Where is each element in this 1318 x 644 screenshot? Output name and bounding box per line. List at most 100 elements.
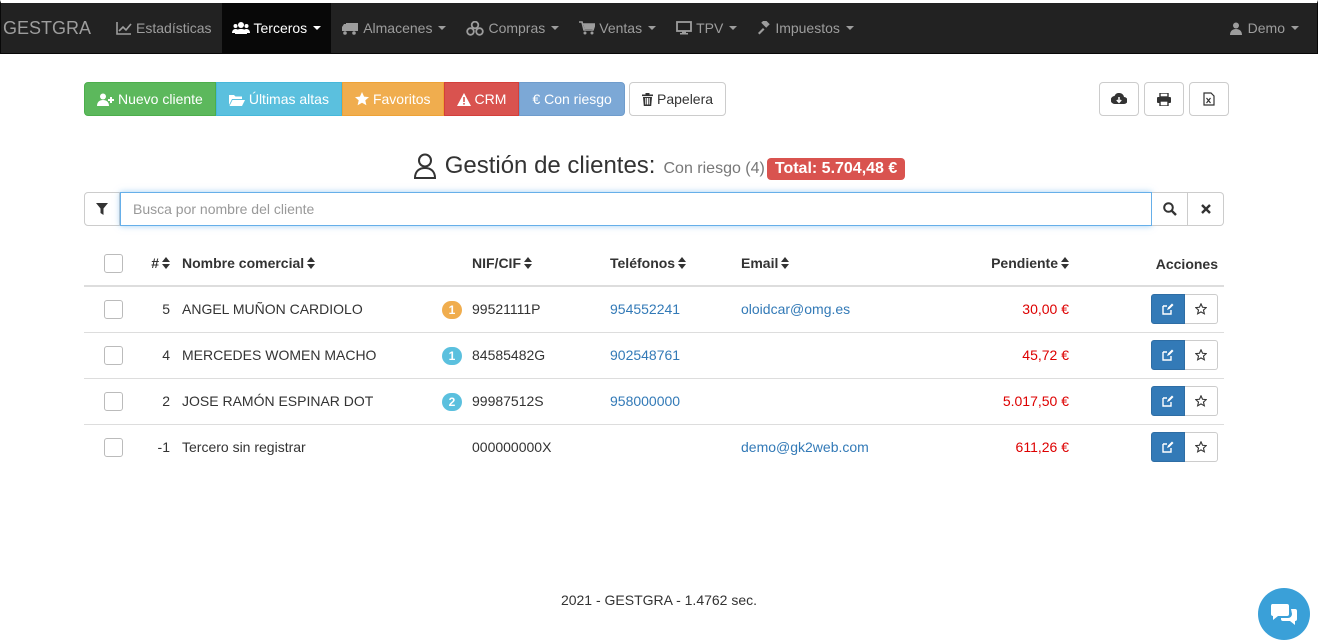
col-name-header[interactable]: Nombre comercial (176, 242, 466, 287)
caret-down-icon (729, 26, 738, 30)
client-phone[interactable]: 958000000 (610, 393, 680, 409)
edit-button[interactable] (1151, 340, 1185, 370)
cloud-download-button[interactable] (1099, 82, 1139, 116)
client-name[interactable]: Tercero sin registrar (182, 439, 306, 455)
table-header-row: # Nombre comercial NIF/CIF Teléfonos Ema… (84, 242, 1224, 287)
row-checkbox[interactable] (104, 437, 123, 457)
page-title: Gestión de clientes: (444, 152, 656, 179)
col-num-header[interactable]: # (142, 242, 176, 287)
crm-label: CRM (474, 91, 507, 107)
recent-clients-button[interactable]: Últimas altas (215, 82, 342, 116)
caret-down-icon (1291, 26, 1299, 30)
row-num: 4 (142, 331, 176, 378)
chat-button[interactable] (1258, 588, 1310, 640)
print-button[interactable] (1144, 82, 1184, 116)
col-pending-header[interactable]: Pendiente (935, 242, 1075, 287)
client-name[interactable]: JOSE RAMÓN ESPINAR DOT (182, 393, 373, 409)
client-email[interactable]: demo@gk2web.com (741, 439, 869, 455)
col-phones-header[interactable]: Teléfonos (604, 242, 735, 287)
file-excel-icon (1203, 92, 1215, 106)
row-checkbox[interactable] (104, 299, 123, 319)
clear-search-button[interactable] (1188, 192, 1224, 226)
search-button[interactable] (1152, 192, 1188, 226)
print-icon (1157, 92, 1171, 106)
star-outline-icon (1195, 303, 1207, 316)
page-subtitle: Con riesgo (4) (663, 160, 765, 177)
favorite-button[interactable] (1185, 294, 1218, 325)
folder-open-icon (228, 93, 245, 106)
nav-compras[interactable]: Compras (456, 3, 569, 53)
nav-label: Impuestos (775, 20, 840, 36)
star-outline-icon (1195, 441, 1207, 454)
client-email[interactable]: oloidcar@omg.es (741, 301, 850, 317)
user-plus-icon (97, 93, 114, 106)
cubes-icon (466, 20, 485, 36)
edit-button[interactable] (1151, 386, 1185, 416)
recent-clients-label: Últimas altas (248, 91, 329, 107)
user-menu[interactable]: Demo (1229, 3, 1299, 53)
favorite-button[interactable] (1185, 432, 1218, 463)
col-label: Pendiente (991, 254, 1058, 271)
row-checkbox[interactable] (104, 391, 123, 411)
filter-icon (96, 203, 108, 215)
client-phone[interactable]: 902548761 (610, 347, 680, 363)
client-nif: 99521111P (472, 301, 541, 318)
row-actions (1151, 340, 1218, 370)
nav-label: TPV (696, 20, 724, 36)
table-row[interactable]: 5 ANGEL MUÑON CARDIOLO 1 99521111P 954552… (84, 286, 1224, 332)
trash-button[interactable]: Papelera (629, 82, 727, 116)
export-excel-button[interactable] (1189, 82, 1229, 116)
col-nif-header[interactable]: NIF/CIF (466, 242, 604, 287)
crm-button[interactable]: CRM (443, 82, 520, 116)
total-badge: Total: 5.704,48 € (766, 158, 906, 180)
nav-label: Almacenes (363, 20, 433, 36)
table-row[interactable]: 2 JOSE RAMÓN ESPINAR DOT 2 99987512S 9580… (84, 377, 1224, 424)
col-label: Acciones (1155, 255, 1218, 272)
nav-tpv[interactable]: TPV (666, 3, 747, 53)
count-badge: 1 (442, 346, 462, 365)
col-email-header[interactable]: Email (735, 242, 935, 287)
new-client-button[interactable]: Nuevo cliente (84, 82, 216, 116)
nav-label: Terceros (253, 20, 308, 36)
edit-icon (1162, 349, 1174, 361)
chart-line-icon (116, 21, 132, 35)
favorite-button[interactable] (1185, 340, 1218, 370)
favorites-label: Favoritos (372, 91, 431, 107)
edit-button[interactable] (1151, 432, 1185, 463)
shopping-cart-icon (579, 21, 596, 35)
col-label: Teléfonos (610, 254, 676, 271)
caret-down-icon (438, 26, 447, 30)
client-pending: 30,00 € (1022, 301, 1069, 318)
table-row[interactable]: 4 MERCEDES WOMEN MACHO 1 84585482G 902548… (84, 331, 1224, 378)
client-name[interactable]: ANGEL MUÑON CARDIOLO (182, 301, 363, 317)
star-icon (354, 92, 369, 106)
row-actions (1151, 294, 1218, 325)
filter-button[interactable] (84, 192, 120, 226)
brand-logo[interactable]: GESTGRA (1, 3, 106, 53)
at-risk-button[interactable]: € Con riesgo (519, 82, 625, 116)
nav-terceros[interactable]: Terceros (221, 3, 332, 53)
search-icon (1162, 202, 1177, 216)
favorite-button[interactable] (1185, 386, 1218, 416)
client-phone[interactable]: 954552241 (610, 301, 680, 317)
client-pending: 5.017,50 € (935, 377, 1075, 424)
trash-label: Papelera (657, 91, 714, 107)
nav-impuestos[interactable]: Impuestos (747, 3, 864, 53)
row-num: -1 (142, 423, 176, 470)
edit-button[interactable] (1151, 294, 1185, 325)
table-row[interactable]: -1 Tercero sin registrar 000000000X demo… (84, 423, 1224, 470)
nav-almacenes[interactable]: Almacenes (331, 3, 456, 53)
col-label: NIF/CIF (472, 254, 521, 271)
select-all-checkbox[interactable] (104, 254, 123, 273)
sort-icon (678, 256, 687, 272)
sort-icon (524, 256, 532, 272)
caret-down-icon (648, 26, 657, 30)
sort-icon (1061, 256, 1069, 272)
nav-ventas[interactable]: Ventas (569, 3, 666, 53)
row-checkbox[interactable] (104, 345, 123, 365)
nav-estadisticas[interactable]: Estadísticas (106, 3, 221, 53)
favorites-button[interactable]: Favoritos (341, 82, 444, 116)
client-name[interactable]: MERCEDES WOMEN MACHO (182, 347, 376, 363)
sort-icon (781, 256, 790, 272)
search-input[interactable] (120, 192, 1152, 226)
